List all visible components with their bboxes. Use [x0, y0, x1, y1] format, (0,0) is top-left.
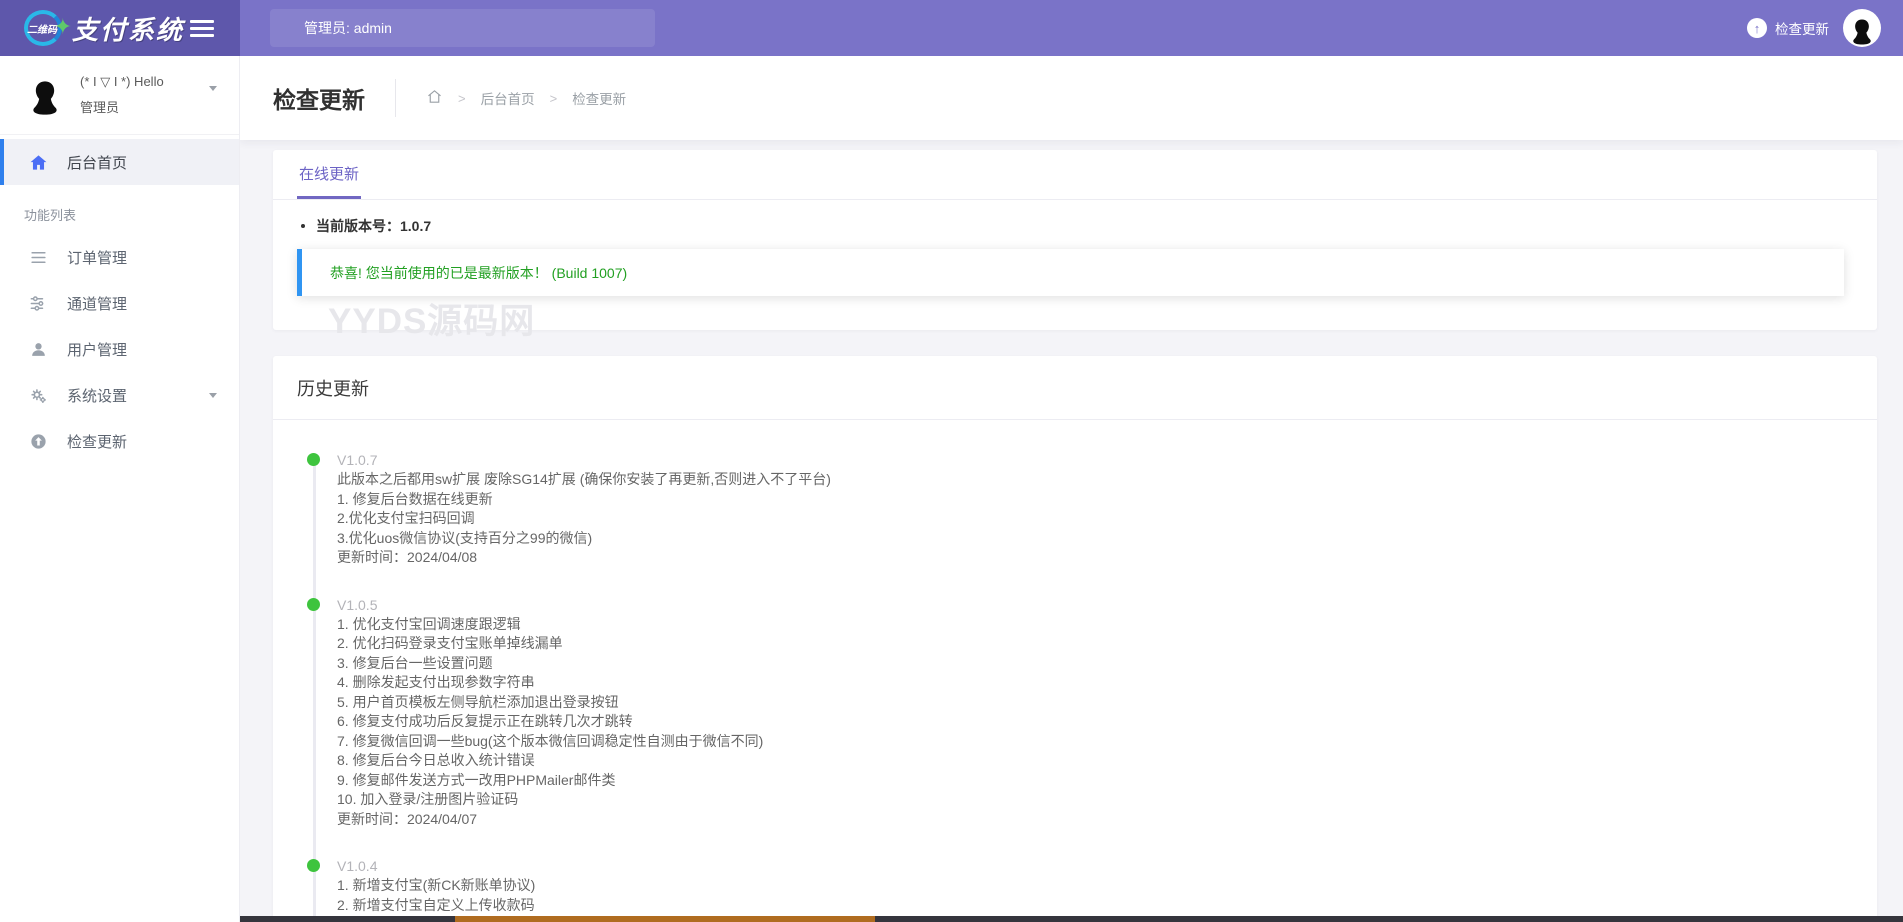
topbar-right: 管理员: admin ↑ 检查更新	[240, 0, 1903, 56]
sidebar-item-label: 通道管理	[67, 295, 128, 313]
user-icon	[28, 339, 48, 359]
vertical-divider	[395, 79, 396, 117]
home-icon[interactable]	[426, 88, 443, 108]
sidebar-item-label: 后台首页	[67, 154, 128, 172]
arrow-up-circle-icon	[28, 431, 48, 451]
breadcrumb-item-current: 检查更新	[572, 92, 627, 107]
page-title: 检查更新	[273, 87, 365, 113]
changelog-line: 1. 新增支付宝(新CK新账单协议)	[337, 877, 536, 893]
timeline-entry-v104: V1.0.4 1. 新增支付宝(新CK新账单协议) 2. 新增支付宝自定义上传收…	[307, 856, 1877, 922]
changelog-date: 更新时间：2024/04/07	[337, 810, 478, 827]
sidebar-item-orders[interactable]: 订单管理	[0, 234, 239, 280]
changelog-line: 1. 优化支付宝回调速度跟逻辑	[337, 615, 521, 632]
timeline-dot	[307, 453, 320, 466]
latest-version-alert: 恭喜! 您当前使用的已是最新版本！ (Build 1007)	[297, 249, 1844, 296]
changelog-line: 10. 加入登录/注册图片验证码	[337, 791, 519, 807]
online-update-card: 在线更新 当前版本号：1.0.7 恭喜! 您当前使用的已是最新版本！ (Buil…	[273, 150, 1877, 330]
update-timeline: V1.0.7 此版本之后都用sw扩展 废除SG14扩展 (确保你安装了再更新,否…	[273, 420, 1877, 922]
diamond-icon: ✦	[53, 14, 72, 39]
sidebar-menu: 后台首页 功能列表 订单管理 通道管理 用户管理 系统设置 检查更新	[0, 135, 239, 464]
changelog-lines: 此版本之后都用sw扩展 废除SG14扩展 (确保你安装了再更新,否则进入不了平台…	[337, 470, 1877, 568]
avatar-silhouette-icon	[1853, 19, 1871, 45]
changelog-line: 1. 修复后台数据在线更新	[337, 490, 493, 507]
changelog-line: 6. 修复支付成功后反复提示正在跳转几次才跳转	[337, 713, 633, 729]
changelog-line: 2. 优化扫码登录支付宝账单掉线漏单	[337, 635, 563, 651]
sidebar-item-label: 系统设置	[67, 387, 128, 405]
sidebar-section-label: 功能列表	[24, 208, 77, 223]
changelog-line: 3. 修复后台一些设置问题	[337, 654, 493, 671]
admin-identity-pill: 管理员: admin	[270, 9, 655, 47]
version-label: V1.0.4	[337, 858, 378, 874]
order-list-icon	[28, 247, 48, 267]
changelog-line: 3.优化uos微信协议(支持百分之99的微信)	[337, 529, 593, 546]
sidebar-item-label: 订单管理	[67, 249, 128, 267]
changelog-line: 2.优化支付宝扫码回调	[337, 510, 475, 526]
timeline-dot	[307, 597, 320, 611]
admin-label: 管理员: admin	[304, 20, 392, 36]
sliders-icon	[28, 293, 48, 313]
changelog-line: 2. 新增支付宝自定义上传收款码	[337, 896, 535, 913]
check-update-label: 检查更新	[1775, 22, 1829, 37]
current-version-row: 当前版本号：1.0.7	[301, 216, 1877, 236]
changelog-date: 更新时间：2024/04/08	[337, 549, 478, 565]
sidebar-avatar	[22, 72, 68, 118]
gears-icon	[28, 385, 48, 405]
version-label: V1.0.5	[337, 596, 378, 613]
bullet-dot	[301, 224, 305, 228]
scrollbar-thumb[interactable]	[455, 916, 875, 922]
arrow-up-circle-icon: ↑	[1747, 18, 1767, 38]
sidebar-user-card[interactable]: (* I ▽ I *) Hello 管理员	[0, 56, 239, 135]
sidebar-item-label: 检查更新	[67, 433, 128, 451]
logo-badge-text: 二维码	[27, 25, 57, 36]
breadcrumb-item-home[interactable]: 后台首页	[481, 88, 535, 108]
topbar-actions: ↑ 检查更新	[1747, 9, 1881, 47]
header-avatar[interactable]	[1843, 9, 1881, 47]
chevron-right-icon: >	[549, 90, 558, 106]
brand-area: 二维码 ✦ 支付系统	[0, 0, 240, 56]
changelog-line: 8. 修复后台今日总收入统计错误	[337, 752, 535, 768]
avatar-silhouette-icon	[33, 81, 57, 115]
breadcrumb: > 后台首页 > 检查更新	[426, 88, 626, 108]
sidebar-item-check-update[interactable]: 检查更新	[0, 418, 239, 464]
alert-message: 恭喜! 您当前使用的已是最新版本！ (Build 1007)	[330, 264, 628, 281]
changelog-line: 4. 删除发起支付出现参数字符串	[337, 674, 535, 690]
horizontal-scrollbar	[240, 916, 1903, 922]
sidebar-item-settings[interactable]: 系统设置	[0, 372, 239, 418]
chevron-down-icon[interactable]	[209, 86, 217, 91]
sidebar: (* I ▽ I *) Hello 管理员 后台首页 功能列表 订单管理 通道管…	[0, 56, 240, 922]
chevron-right-icon: >	[458, 90, 466, 106]
user-greeting: (* I ▽ I *) Hello	[80, 74, 164, 89]
home-icon	[28, 152, 48, 172]
sidebar-item-channels[interactable]: 通道管理	[0, 280, 239, 326]
changelog-lines: 1. 优化支付宝回调速度跟逻辑 2. 优化扫码登录支付宝账单掉线漏单 3. 修复…	[337, 615, 1877, 830]
changelog-line: 9. 修复邮件发送方式一改用PHPMailer邮件类	[337, 771, 616, 788]
sidebar-item-label: 用户管理	[67, 341, 128, 359]
version-label: V1.0.7	[337, 452, 378, 468]
tabs-row: 在线更新	[273, 150, 1877, 200]
changelog-line: 5. 用户首页模板左侧导航栏添加退出登录按钮	[337, 693, 619, 710]
sidebar-item-home[interactable]: 后台首页	[0, 139, 239, 185]
user-role: 管理员	[80, 100, 120, 115]
chevron-down-icon	[209, 392, 217, 398]
page-header: 检查更新 > 后台首页 > 检查更新	[240, 56, 1903, 140]
admin-app: 二维码 ✦ 支付系统 管理员: admin ↑ 检查更新 (* I ▽ I *)…	[0, 0, 1903, 922]
check-update-button[interactable]: ↑ 检查更新	[1747, 18, 1829, 38]
history-update-card: 历史更新 V1.0.7 此版本之后都用sw扩展 废除SG14扩展 (确保你安装了…	[273, 356, 1877, 922]
brand-title: 支付系统	[72, 15, 185, 45]
timeline-entry-v107: V1.0.7 此版本之后都用sw扩展 废除SG14扩展 (确保你安装了再更新,否…	[307, 450, 1877, 568]
timeline-dot	[307, 859, 320, 872]
changelog-line: 此版本之后都用sw扩展 废除SG14扩展 (确保你安装了再更新,否则进入不了平台…	[337, 471, 831, 487]
sidebar-item-users[interactable]: 用户管理	[0, 326, 239, 372]
changelog-line: 7. 修复微信回调一些bug(这个版本微信回调稳定性自测由于微信不同)	[337, 732, 764, 749]
current-version-text: 当前版本号：1.0.7	[316, 218, 432, 234]
timeline-entry-v105: V1.0.5 1. 优化支付宝回调速度跟逻辑 2. 优化扫码登录支付宝账单掉线漏…	[307, 595, 1877, 830]
main-content: 检查更新 > 后台首页 > 检查更新 在线更新 当前版本号：1.0.7 恭喜!	[240, 56, 1903, 922]
hamburger-menu-icon[interactable]	[190, 16, 215, 41]
qrcode-logo-icon: 二维码 ✦	[24, 8, 72, 48]
top-header: 二维码 ✦ 支付系统 管理员: admin ↑ 检查更新	[0, 0, 1903, 56]
user-meta: (* I ▽ I *) Hello 管理员	[80, 74, 164, 116]
history-title: 历史更新	[273, 356, 1877, 420]
tab-online-update[interactable]: 在线更新	[297, 150, 362, 199]
